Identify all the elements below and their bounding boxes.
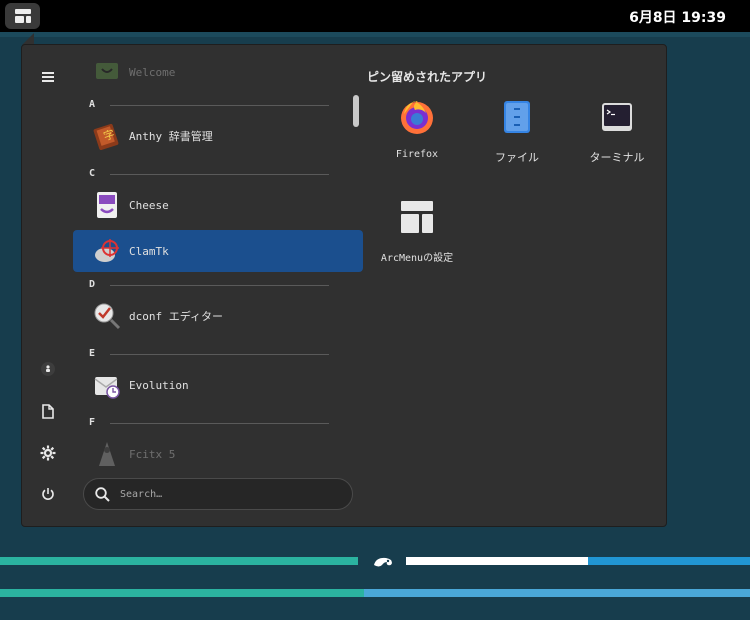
settings-gear-icon[interactable] [38, 443, 58, 463]
pinned-app-label: Firefox [395, 149, 439, 160]
arcmenu-settings-icon [397, 197, 437, 237]
app-list[interactable]: Welcome A 字 Anthy 辞書管理 C Cheese ClamTk D… [73, 57, 365, 475]
wallpaper-bar [588, 557, 750, 565]
cheese-icon [93, 191, 121, 219]
pinned-app-label: ファイル [495, 151, 539, 164]
section-letter-f: F [73, 413, 333, 433]
anthy-dictionary-icon: 字 [93, 122, 121, 150]
pinned-app-firefox[interactable]: Firefox [367, 93, 467, 173]
pinned-apps-title: ピン留めされたアプリ [367, 70, 488, 84]
list-item-label: ClamTk [129, 244, 169, 258]
search-input[interactable] [118, 487, 322, 501]
section-letter-e: E [73, 344, 333, 364]
list-item-label: Welcome [129, 65, 176, 79]
list-item-label: Anthy 辞書管理 [129, 130, 213, 143]
files-icon [497, 97, 537, 137]
opensuse-logo-icon [372, 554, 394, 568]
list-item-evolution[interactable]: Evolution [73, 364, 363, 406]
desktop-strip [0, 32, 750, 37]
clamtk-icon [93, 237, 121, 265]
search-icon [95, 486, 110, 502]
wallpaper-bar [0, 557, 358, 565]
arcmenu-panel: Welcome A 字 Anthy 辞書管理 C Cheese ClamTk D… [21, 44, 667, 527]
fcitx-icon [93, 440, 121, 468]
section-letter-a: A [73, 95, 333, 115]
dconf-editor-icon [93, 302, 121, 330]
arcmenu-button[interactable] [5, 3, 40, 29]
list-item-label: Evolution [129, 378, 189, 392]
list-item-label: Cheese [129, 198, 169, 212]
user-avatar-icon[interactable] [38, 359, 58, 379]
list-item-label: dconf エディター [129, 310, 223, 323]
terminal-icon [597, 97, 637, 137]
layout-icon [14, 9, 31, 23]
list-item-anthy[interactable]: 字 Anthy 辞書管理 [73, 115, 363, 157]
list-item-label: Fcitx 5 [129, 447, 176, 461]
section-letter-c: C [73, 164, 333, 184]
clock[interactable]: 6月8日 19:39 [629, 7, 726, 27]
firefox-icon [397, 97, 437, 137]
pinned-app-label: ArcMenuの設定 [380, 253, 454, 264]
pinned-app-files[interactable]: ファイル [467, 93, 567, 173]
list-item-dconf[interactable]: dconf エディター [73, 295, 363, 337]
wallpaper-bar [364, 589, 750, 597]
pinned-app-arcmenu-settings[interactable]: ArcMenuの設定 [367, 193, 467, 273]
pinned-app-label: ターミナル [589, 151, 645, 164]
list-item-welcome[interactable]: Welcome [73, 57, 363, 93]
search-box[interactable] [83, 478, 353, 510]
list-item-cheese[interactable]: Cheese [73, 184, 363, 226]
section-letter-d: D [73, 275, 333, 295]
power-icon[interactable] [38, 484, 58, 504]
document-icon[interactable] [38, 401, 58, 421]
list-item-clamtk[interactable]: ClamTk [73, 230, 363, 272]
top-bar: 6月8日 19:39 [0, 0, 750, 32]
wallpaper-bar [406, 557, 588, 565]
list-item-fcitx[interactable]: Fcitx 5 [73, 433, 363, 475]
app-list-scrollbar[interactable] [353, 95, 359, 127]
wallpaper-bar [0, 589, 364, 597]
hamburger-icon[interactable] [38, 67, 58, 87]
pinned-app-terminal[interactable]: ターミナル [567, 93, 667, 173]
welcome-icon [93, 58, 121, 86]
evolution-icon [93, 371, 121, 399]
